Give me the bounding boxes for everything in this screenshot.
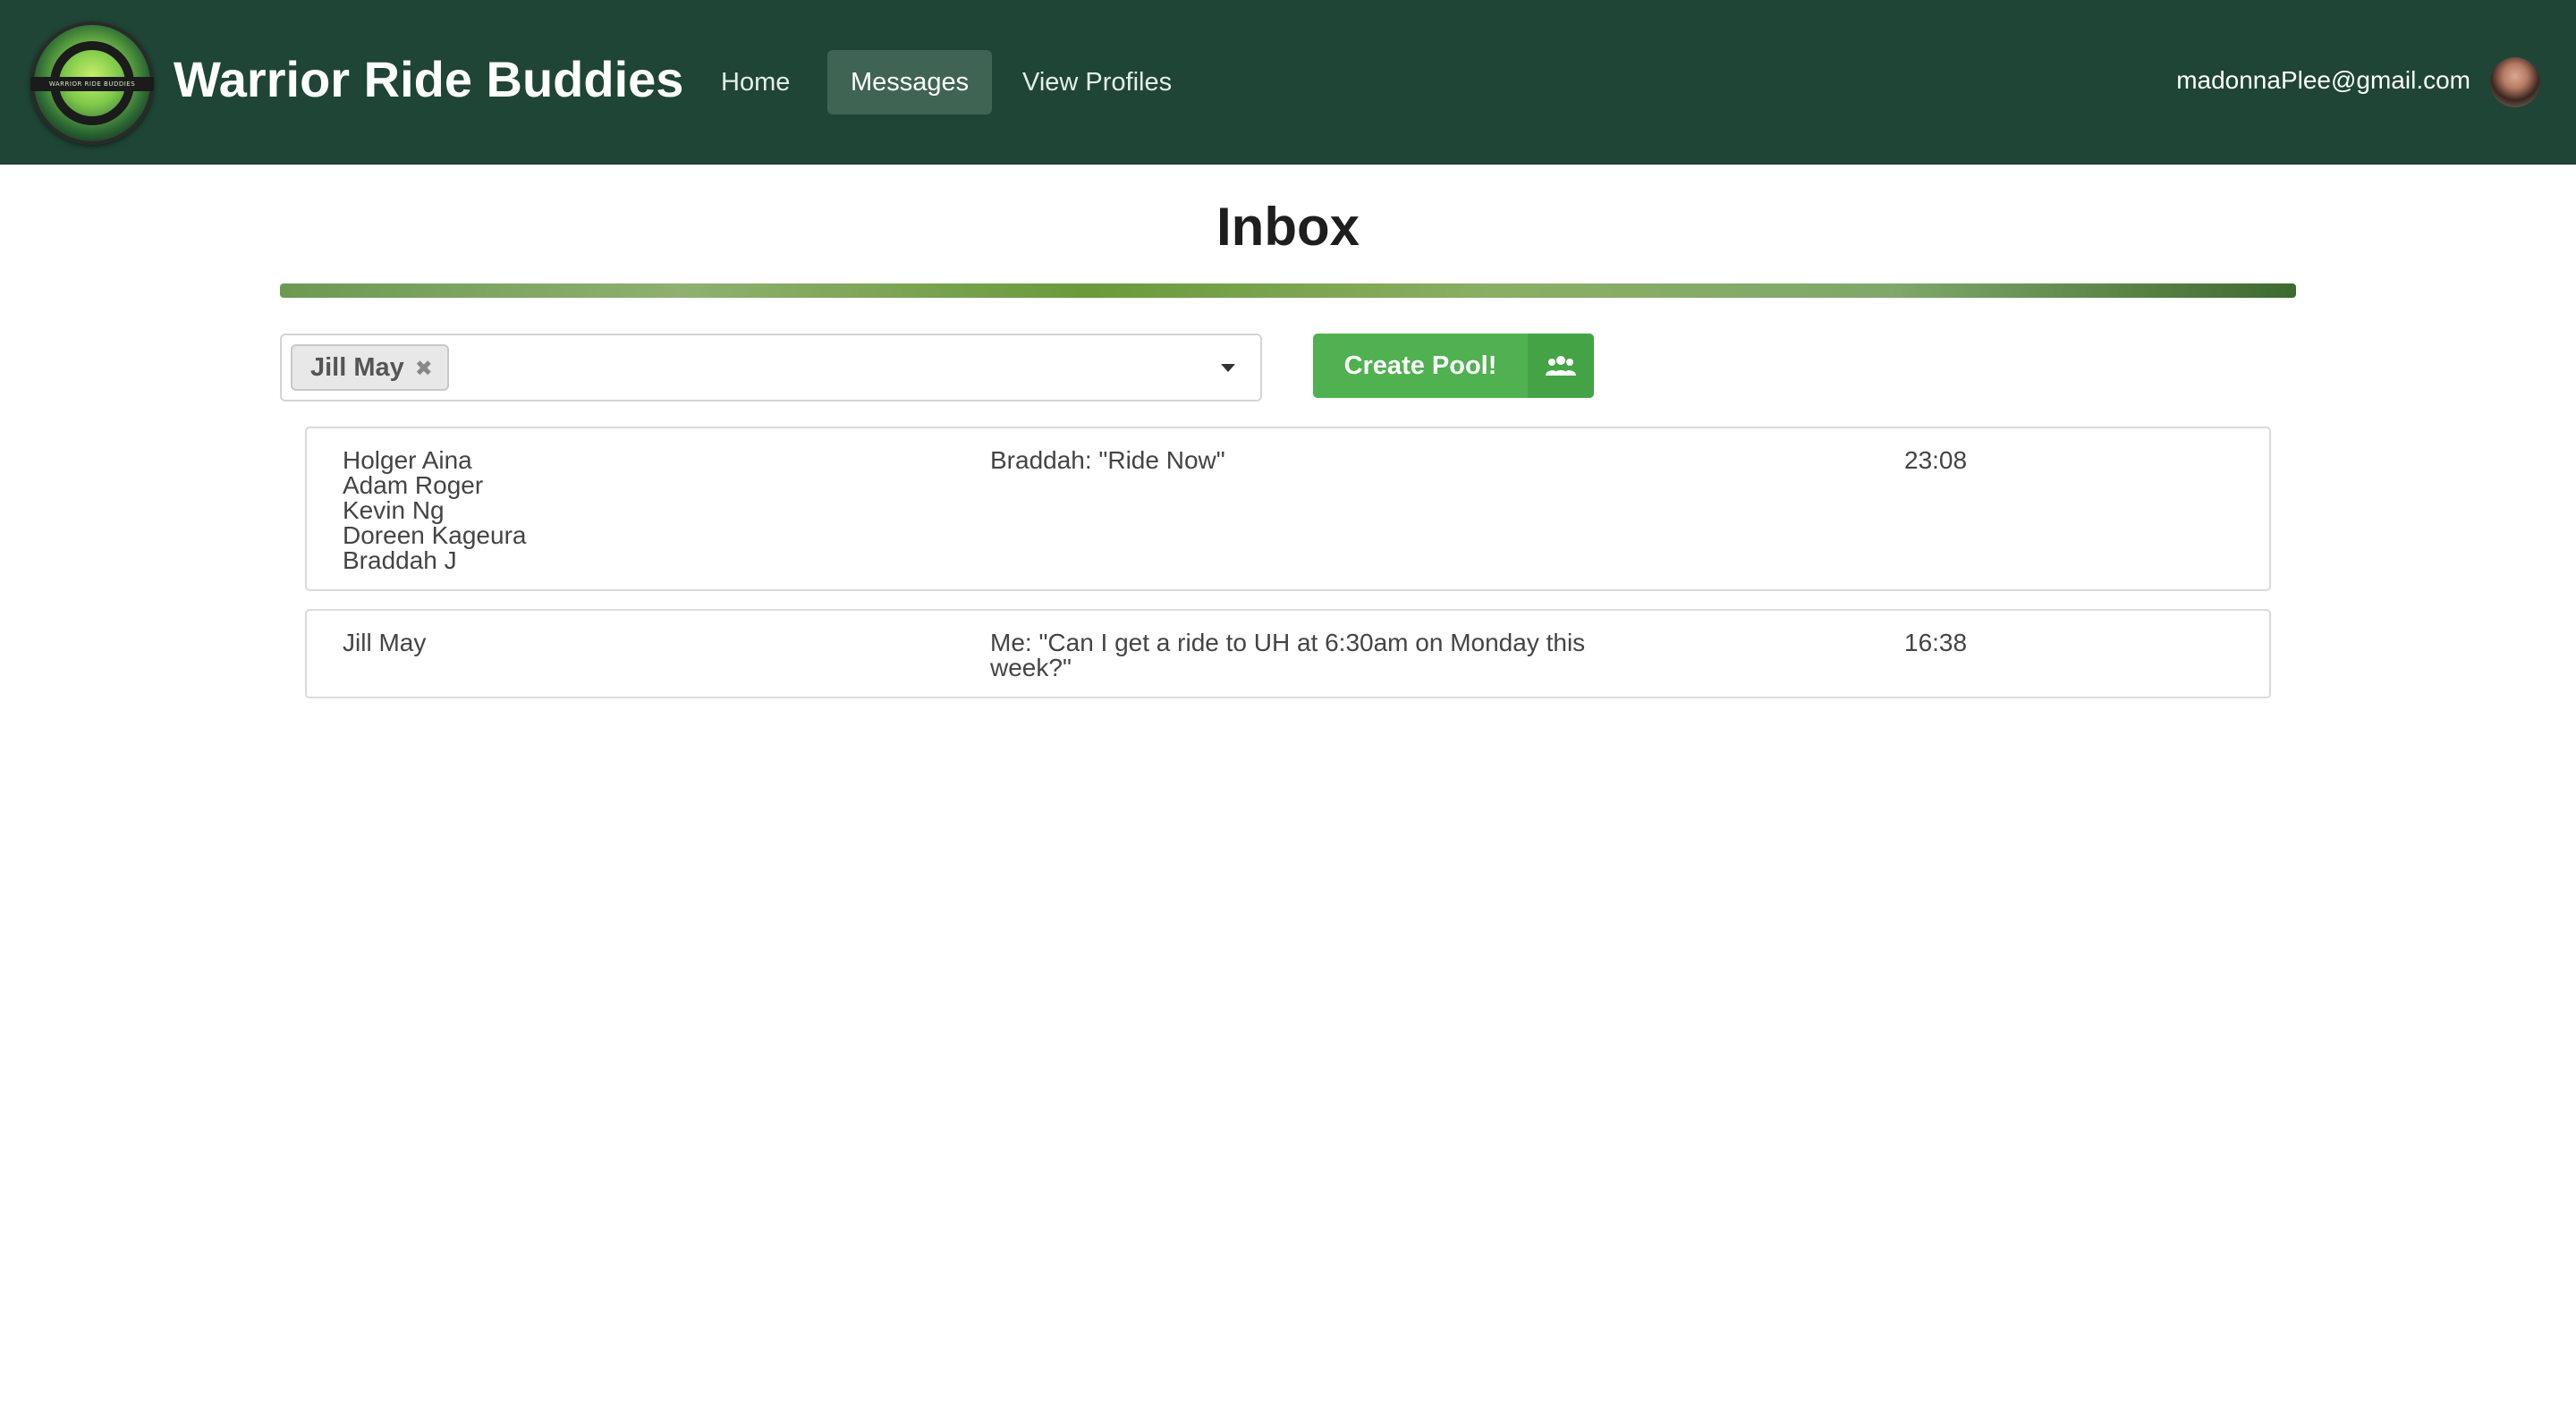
user-email[interactable]: madonnaPlee@gmail.com [2176,63,2470,98]
app-logo[interactable]: WARRIOR RIDE BUDDIES [30,21,154,145]
recipient-multiselect[interactable]: Jill May ✖ [280,334,1262,402]
top-navbar: WARRIOR RIDE BUDDIES Warrior Ride Buddie… [0,0,2576,165]
message-row[interactable]: Holger Aina Adam Roger Kevin Ng Doreen K… [305,427,2271,591]
message-row[interactable]: Jill May Me: "Can I get a ride to UH at … [305,609,2271,698]
brand-title[interactable]: Warrior Ride Buddies [174,47,683,113]
message-preview: Braddah: "Ride Now" [990,446,1225,474]
participant-name: Braddah J [343,546,457,574]
logo-text: WARRIOR RIDE BUDDIES [30,77,154,91]
selected-chip: Jill May ✖ [291,344,449,391]
participant-name: Jill May [343,629,427,656]
nav-view-profiles[interactable]: View Profiles [999,50,1195,114]
participants: Holger Aina Adam Roger Kevin Ng Doreen K… [343,448,879,573]
chevron-down-icon[interactable] [1221,364,1235,372]
participants: Jill May [343,630,879,655]
avatar[interactable] [2490,57,2540,107]
message-list: Holger Aina Adam Roger Kevin Ng Doreen K… [305,427,2271,716]
chip-label: Jill May [310,353,404,382]
create-pool-label: Create Pool! [1343,351,1497,380]
participant-name: Adam Roger [343,471,484,499]
page-title: Inbox [1216,197,1360,257]
remove-chip-icon[interactable]: ✖ [415,347,433,390]
participant-name: Kevin Ng [343,496,445,524]
nav-home[interactable]: Home [698,50,813,114]
title-divider [280,283,2296,298]
message-preview: Me: "Can I get a ride to UH at 6:30am on… [990,629,1586,681]
message-time: 16:38 [1904,629,1968,656]
nav-messages[interactable]: Messages [827,50,993,114]
participant-name: Holger Aina [343,446,472,474]
participant-name: Doreen Kageura [343,521,527,549]
message-time: 23:08 [1904,446,1968,474]
users-icon [1528,334,1594,398]
create-pool-button[interactable]: Create Pool! [1313,334,1594,398]
